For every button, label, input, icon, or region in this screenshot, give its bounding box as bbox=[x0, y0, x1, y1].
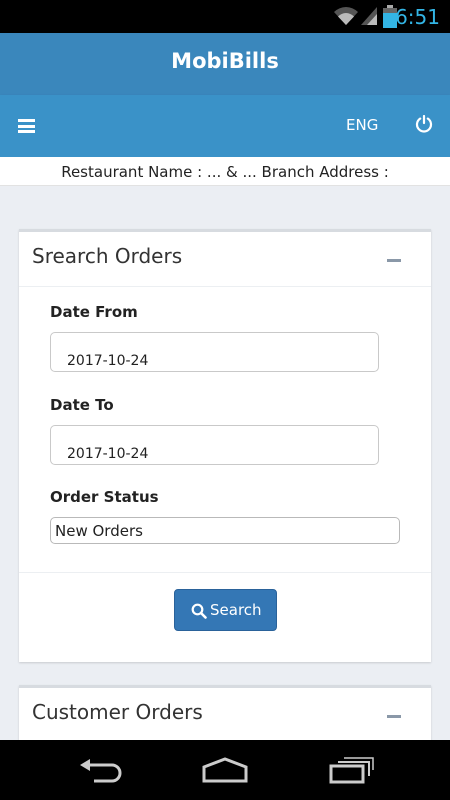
recents-icon[interactable] bbox=[328, 756, 374, 784]
date-from-input[interactable]: 2017-10-24 bbox=[50, 332, 379, 372]
back-icon[interactable] bbox=[78, 758, 122, 784]
customer-orders-title: Customer Orders bbox=[32, 700, 203, 724]
date-from-label: Date From bbox=[50, 303, 138, 321]
language-button[interactable]: ENG bbox=[346, 116, 378, 134]
wifi-icon bbox=[334, 7, 358, 25]
nav-bar: ENG bbox=[0, 95, 450, 157]
collapse-icon[interactable] bbox=[387, 715, 401, 718]
system-nav-bar bbox=[0, 740, 450, 800]
date-to-value: 2017-10-24 bbox=[67, 446, 149, 462]
restaurant-info: Restaurant Name : ... & ... Branch Addre… bbox=[0, 157, 450, 186]
date-from-value: 2017-10-24 bbox=[67, 353, 149, 369]
customer-orders-header: Customer Orders bbox=[19, 688, 431, 743]
search-button-label: Search bbox=[210, 601, 262, 619]
signal-icon bbox=[361, 7, 377, 25]
search-button[interactable]: Search bbox=[174, 589, 277, 631]
order-status-label: Order Status bbox=[50, 488, 159, 506]
app-bar: MobiBills bbox=[0, 33, 450, 95]
home-icon[interactable] bbox=[201, 757, 249, 783]
collapse-icon[interactable] bbox=[387, 259, 401, 262]
app-title: MobiBills bbox=[171, 49, 279, 73]
date-to-label: Date To bbox=[50, 396, 114, 414]
search-orders-title: Srearch Orders bbox=[32, 244, 183, 268]
search-orders-card: Srearch Orders Date From 2017-10-24 Date… bbox=[19, 229, 431, 662]
card-divider bbox=[19, 572, 431, 573]
date-to-input[interactable]: 2017-10-24 bbox=[50, 425, 379, 465]
status-bar: 6:51 bbox=[0, 0, 450, 33]
search-icon bbox=[191, 603, 207, 619]
power-icon[interactable] bbox=[415, 115, 433, 133]
order-status-select[interactable]: New Orders bbox=[50, 517, 400, 544]
status-time: 6:51 bbox=[395, 5, 440, 29]
search-orders-header: Srearch Orders bbox=[19, 232, 431, 287]
menu-icon[interactable] bbox=[18, 119, 35, 133]
